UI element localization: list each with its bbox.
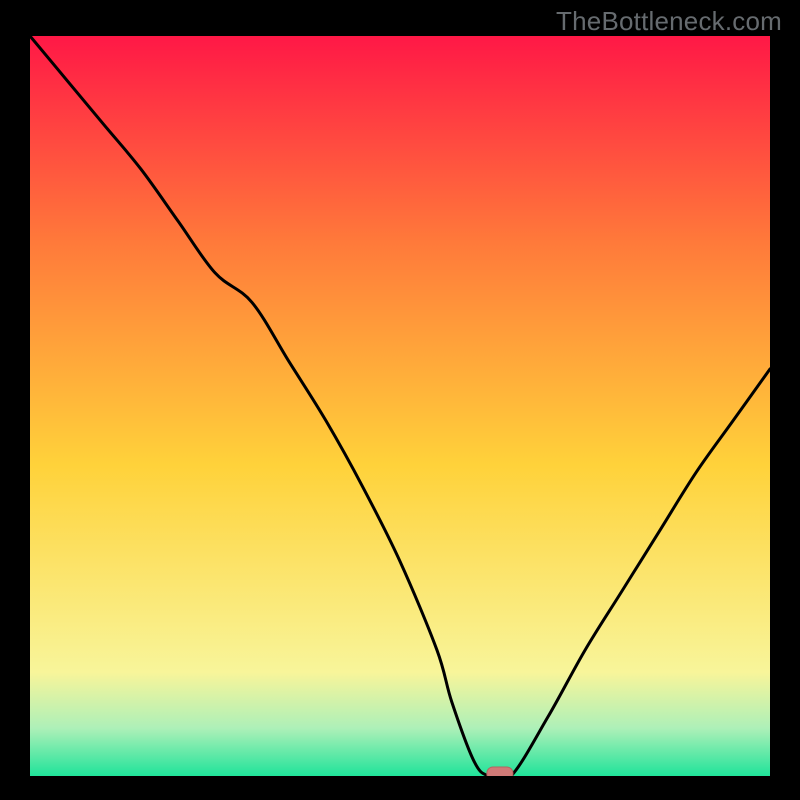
watermark-text: TheBottleneck.com (556, 6, 782, 37)
optimal-marker (487, 767, 513, 776)
bottleneck-chart (30, 36, 770, 776)
chart-frame: TheBottleneck.com (0, 0, 800, 800)
gradient-background (30, 36, 770, 776)
